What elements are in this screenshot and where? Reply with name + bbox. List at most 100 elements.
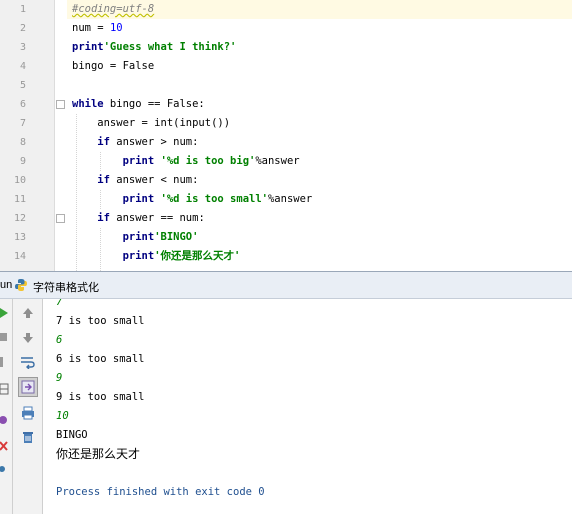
code-line[interactable]: print'你还是那么天才' bbox=[72, 247, 241, 266]
code-line[interactable]: if answer < num: bbox=[72, 171, 198, 190]
code-line[interactable]: num = 10 bbox=[72, 19, 123, 38]
scroll-up-button[interactable] bbox=[18, 303, 38, 323]
line-number: 3 bbox=[19, 42, 26, 53]
scroll-to-end-button[interactable] bbox=[18, 377, 38, 397]
code-line[interactable]: print '%d is too big'%answer bbox=[72, 152, 300, 171]
console-output-line: 6 is too small bbox=[56, 353, 145, 365]
run-console-output[interactable]: 7 7 is too small 6 6 is too small 9 9 is too … bbox=[44, 299, 572, 514]
line-number: 2 bbox=[19, 23, 26, 34]
layout-icon[interactable] bbox=[0, 383, 10, 395]
code-line[interactable]: print '%d is too small'%answer bbox=[72, 190, 313, 209]
soft-wrap-button[interactable] bbox=[18, 352, 38, 372]
print-button[interactable] bbox=[18, 403, 38, 423]
line-number: 7 bbox=[19, 118, 26, 129]
code-token: 'Guess what I think?' bbox=[103, 41, 237, 53]
code-token: print bbox=[122, 231, 155, 243]
code-token: '你还是那么天才' bbox=[154, 250, 241, 262]
code-token: if bbox=[97, 212, 110, 224]
code-token: #coding=utf-8 bbox=[72, 3, 155, 15]
trash-icon bbox=[23, 432, 33, 443]
arrow-up-icon bbox=[23, 308, 33, 318]
line-number: 10 bbox=[13, 175, 26, 186]
line-number: 1 bbox=[19, 4, 26, 15]
code-token: print bbox=[122, 155, 155, 167]
code-line[interactable]: print'Guess what I think?' bbox=[72, 38, 236, 57]
console-output-line: 9 is too small bbox=[56, 391, 145, 403]
code-line[interactable]: #coding=utf-8 bbox=[72, 0, 154, 19]
console-user-input: 10 bbox=[56, 410, 69, 422]
line-number: 6 bbox=[19, 99, 26, 110]
console-exit-message: Process finished with exit code 0 bbox=[56, 486, 265, 498]
code-token: answer > num: bbox=[109, 136, 199, 148]
code-line[interactable]: bingo = False bbox=[72, 57, 154, 76]
code-token: print bbox=[122, 250, 155, 262]
line-number: 14 bbox=[13, 251, 26, 262]
fold-marker-while[interactable] bbox=[56, 100, 65, 109]
debug-icon[interactable] bbox=[0, 463, 10, 475]
code-line[interactable]: while bingo == False: bbox=[72, 95, 205, 114]
console-user-input: 9 bbox=[56, 372, 63, 384]
code-token: if bbox=[97, 174, 110, 186]
code-line[interactable]: print'BINGO' bbox=[72, 228, 199, 247]
pause-icon[interactable] bbox=[0, 356, 10, 368]
stop-icon[interactable] bbox=[0, 331, 10, 343]
code-token: %answer bbox=[255, 155, 300, 167]
run-tool-window-title[interactable]: un bbox=[0, 279, 12, 291]
code-token: answer = int(input()) bbox=[72, 117, 231, 129]
code-token: bingo == False: bbox=[103, 98, 205, 110]
line-number: 12 bbox=[13, 213, 26, 224]
scroll-down-button[interactable] bbox=[18, 328, 38, 348]
code-token: if bbox=[97, 136, 110, 148]
line-number: 5 bbox=[19, 80, 26, 91]
code-token: print bbox=[122, 193, 155, 205]
line-number: 11 bbox=[13, 194, 26, 205]
line-number: 8 bbox=[19, 137, 26, 148]
code-token: '%d is too small' bbox=[154, 193, 268, 205]
settings-icon[interactable] bbox=[0, 414, 10, 426]
arrow-down-icon bbox=[23, 333, 33, 343]
code-token: False bbox=[122, 60, 155, 72]
line-number: 9 bbox=[19, 156, 26, 167]
console-output-line: BINGO bbox=[56, 429, 88, 441]
code-line[interactable]: if answer > num: bbox=[72, 133, 198, 152]
code-editor[interactable]: 1 2 3 4 5 6 7 8 9 10 11 12 13 14 #coding=utf-8 num = 1… bbox=[0, 0, 572, 271]
close-icon[interactable] bbox=[0, 440, 10, 452]
console-user-input: 7 bbox=[56, 299, 63, 308]
code-token: bingo = bbox=[72, 60, 123, 72]
code-line[interactable]: if answer == num: bbox=[72, 209, 205, 228]
run-console-toolbar bbox=[13, 299, 43, 514]
code-token: answer < num: bbox=[109, 174, 199, 186]
python-icon bbox=[15, 279, 27, 291]
code-token: print bbox=[72, 41, 104, 53]
run-icon[interactable] bbox=[0, 307, 10, 319]
code-token: %answer bbox=[267, 193, 313, 205]
scroll-to-end-icon bbox=[21, 380, 35, 394]
code-line[interactable]: answer = int(input()) bbox=[72, 114, 230, 133]
clear-all-button[interactable] bbox=[18, 427, 38, 447]
console-user-input: 6 bbox=[56, 334, 63, 346]
code-token: answer == num: bbox=[109, 212, 205, 224]
fold-marker-if[interactable] bbox=[56, 214, 65, 223]
run-tool-window-header: un 字符串格式化 bbox=[0, 271, 572, 299]
fold-column bbox=[55, 0, 67, 271]
print-icon bbox=[22, 406, 34, 420]
console-output-line: 你还是那么天才 bbox=[56, 447, 141, 461]
code-token: 10 bbox=[109, 22, 123, 34]
code-token: num = bbox=[72, 22, 110, 34]
run-left-toolbar bbox=[0, 299, 13, 514]
code-token: while bbox=[72, 98, 104, 110]
line-number-gutter: 1 2 3 4 5 6 7 8 9 10 11 12 13 14 bbox=[0, 0, 55, 271]
code-token: 'BINGO' bbox=[154, 231, 199, 243]
run-config-name[interactable]: 字符串格式化 bbox=[33, 279, 99, 295]
console-output-line: 7 is too small bbox=[56, 315, 145, 327]
soft-wrap-icon bbox=[21, 357, 35, 369]
code-token: '%d is too big' bbox=[154, 155, 256, 167]
line-number: 4 bbox=[19, 61, 26, 72]
